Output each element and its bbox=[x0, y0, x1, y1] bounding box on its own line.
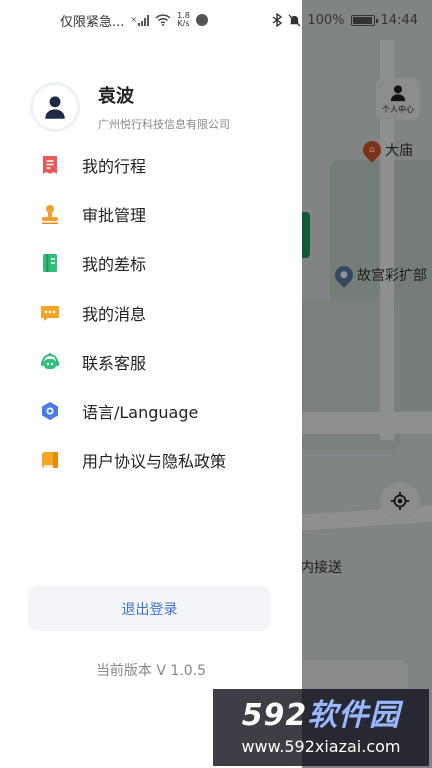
battery-icon bbox=[350, 14, 378, 26]
screen: 个人中心 ⌂ 大庙 ● 故宫彩扩部 内接送 仅限紧急... × 1.8 K/s bbox=[0, 0, 432, 768]
side-drawer: 袁波 广州悦行科技信息有限公司 我的行程 审批管理 我的差标 我的消息 联系客服… bbox=[0, 0, 302, 768]
menu-item-travel-standard[interactable]: 我的差标 bbox=[38, 239, 288, 288]
watermark-url: www.592xiazai.com bbox=[241, 737, 401, 756]
drawer-menu: 我的行程 审批管理 我的差标 我的消息 联系客服 语言/Language 用户协… bbox=[38, 140, 288, 485]
travel-standard-icon bbox=[38, 251, 62, 275]
logout-button[interactable]: 退出登录 bbox=[28, 586, 271, 631]
app-version: 当前版本 V 1.0.5 bbox=[95, 663, 207, 679]
status-notice: 仅限紧急... bbox=[60, 14, 125, 30]
menu-item-agreement[interactable]: 用户协议与隐私政策 bbox=[38, 436, 288, 485]
menu-item-label: 语言/Language bbox=[82, 403, 199, 423]
menu-item-language[interactable]: 语言/Language bbox=[38, 386, 288, 435]
menu-item-label: 用户协议与隐私政策 bbox=[82, 452, 227, 472]
menu-item-label: 联系客服 bbox=[82, 353, 147, 373]
avatar[interactable] bbox=[30, 82, 80, 132]
app-notification-icon bbox=[195, 14, 208, 26]
menu-item-my-trips[interactable]: 我的行程 bbox=[38, 140, 288, 189]
avatar-person-icon bbox=[45, 96, 65, 119]
watermark-brand-text: 软件园 bbox=[307, 698, 401, 733]
menu-item-approval[interactable]: 审批管理 bbox=[38, 189, 288, 238]
user-profile[interactable]: 袁波 广州悦行科技信息有限公司 bbox=[30, 82, 230, 132]
menu-item-label: 审批管理 bbox=[82, 205, 147, 225]
menu-item-customer-service[interactable]: 联系客服 bbox=[38, 337, 288, 386]
approval-stamp-icon bbox=[38, 202, 62, 226]
user-name: 袁波 bbox=[98, 86, 134, 107]
language-icon bbox=[38, 399, 62, 423]
message-icon bbox=[38, 301, 62, 325]
net-speed-unit: K/s bbox=[177, 19, 190, 28]
net-speed: 1.8 K/s bbox=[177, 12, 190, 28]
watermark: 592软件园 www.592xiazai.com bbox=[213, 689, 429, 766]
customer-service-icon bbox=[38, 350, 62, 374]
mute-icon bbox=[288, 13, 301, 27]
menu-item-label: 我的行程 bbox=[82, 156, 147, 176]
agreement-icon bbox=[38, 448, 62, 472]
wifi-icon bbox=[155, 14, 171, 26]
status-bar: 仅限紧急... × 1.8 K/s 100% 14:44 bbox=[0, 0, 432, 40]
clock: 14:44 bbox=[380, 12, 418, 28]
signal-icon: × bbox=[130, 14, 150, 26]
menu-item-messages[interactable]: 我的消息 bbox=[38, 288, 288, 337]
menu-item-label: 我的消息 bbox=[82, 304, 147, 324]
company-name: 广州悦行科技信息有限公司 bbox=[98, 118, 230, 131]
watermark-brand-number: 592 bbox=[241, 698, 308, 733]
bluetooth-icon bbox=[272, 13, 283, 27]
battery-percent: 100% bbox=[307, 12, 345, 28]
trip-icon bbox=[38, 153, 62, 177]
menu-item-label: 我的差标 bbox=[82, 255, 147, 275]
